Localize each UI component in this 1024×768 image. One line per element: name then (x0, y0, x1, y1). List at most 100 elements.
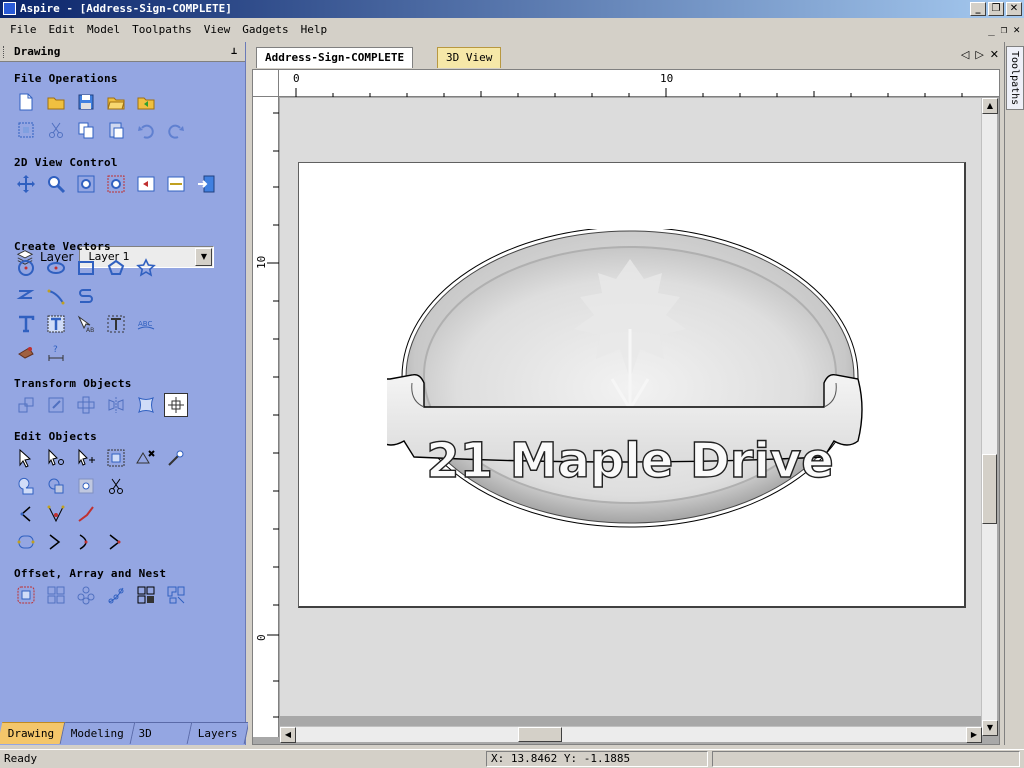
grid-array-icon[interactable] (44, 583, 68, 607)
menu-edit[interactable]: Edit (43, 20, 82, 40)
zoom-box-icon[interactable] (74, 172, 98, 196)
scroll-up-icon[interactable]: ▲ (982, 98, 998, 114)
polygon-icon[interactable] (104, 256, 128, 280)
delete-node-icon[interactable] (134, 446, 158, 470)
copy-along-vector-icon[interactable] (104, 583, 128, 607)
open-folder-icon[interactable] (104, 90, 128, 114)
redo-icon[interactable] (164, 118, 188, 142)
fillet-icon[interactable] (44, 502, 68, 526)
circular-array-icon[interactable] (74, 583, 98, 607)
move-icon[interactable] (14, 393, 38, 417)
dimension-icon[interactable]: ? (44, 340, 68, 364)
trim-icon[interactable] (104, 474, 128, 498)
text-box-icon[interactable] (44, 312, 68, 336)
save-icon[interactable] (74, 90, 98, 114)
close-button[interactable]: ✕ (1006, 2, 1022, 16)
fit-view-icon[interactable] (14, 118, 38, 142)
vertical-scroll-thumb[interactable] (982, 454, 997, 524)
join-vectors-icon[interactable] (44, 530, 68, 554)
bitmap-trace-icon[interactable] (14, 340, 38, 364)
scroll-right-icon[interactable]: ▶ (966, 727, 982, 743)
tab-scroll-left-icon[interactable]: ◁ (961, 48, 969, 61)
align-center-icon[interactable] (164, 393, 188, 417)
menu-file[interactable]: File (4, 20, 43, 40)
star-icon[interactable] (134, 256, 158, 280)
zoom-icon[interactable] (44, 172, 68, 196)
transform-select-icon[interactable] (74, 446, 98, 470)
maximize-button[interactable]: ❐ (988, 2, 1004, 16)
2d-view[interactable]: 0 10 10 0 21 Maple Drive ▲ ▼ ◀ ▶ (252, 69, 1000, 745)
select-arrow-icon[interactable] (14, 446, 38, 470)
view-prev-icon[interactable] (134, 172, 158, 196)
drawing-canvas[interactable]: 21 Maple Drive (280, 98, 982, 716)
scale-icon[interactable] (44, 393, 68, 417)
cut-icon[interactable] (44, 118, 68, 142)
address-sign[interactable]: 21 Maple Drive (387, 229, 877, 539)
close-document-icon[interactable]: ✕ (990, 48, 999, 61)
tab-scroll-right-icon[interactable]: ▷ (975, 48, 983, 61)
pin-icon[interactable]: ⊥ (231, 42, 237, 62)
tab-2d-view[interactable]: Address-Sign-COMPLETE (256, 47, 414, 68)
text-icon[interactable] (14, 312, 38, 336)
close-vectors-icon[interactable] (14, 530, 38, 554)
menu-model[interactable]: Model (81, 20, 126, 40)
ellipse-icon[interactable] (44, 256, 68, 280)
rotate-icon[interactable] (74, 393, 98, 417)
curve-fit-icon[interactable] (74, 530, 98, 554)
polyline-icon[interactable] (14, 284, 38, 308)
line-tangent-icon[interactable] (14, 502, 38, 526)
menu-view[interactable]: View (198, 20, 237, 40)
text-tool-icon[interactable] (104, 312, 128, 336)
menu-gadgets[interactable]: Gadgets (236, 20, 294, 40)
new-file-icon[interactable] (14, 90, 38, 114)
horizontal-scrollbar[interactable]: ◀ ▶ (280, 726, 982, 743)
interactive-select-icon[interactable] (104, 446, 128, 470)
tab-drawing[interactable]: Drawing (0, 722, 66, 744)
zoom-selection-icon[interactable] (104, 172, 128, 196)
undo-icon[interactable] (134, 118, 158, 142)
horizontal-scroll-thumb[interactable] (518, 727, 562, 742)
menu-help[interactable]: Help (295, 20, 334, 40)
nest-shapes-icon[interactable] (164, 583, 188, 607)
text-on-curve-icon[interactable]: AB (74, 312, 98, 336)
menu-toolpaths[interactable]: Toolpaths (126, 20, 198, 40)
minimize-button[interactable]: _ (970, 2, 986, 16)
weld-icon[interactable] (14, 474, 38, 498)
job-material[interactable]: 21 Maple Drive (298, 162, 966, 608)
pan-icon[interactable] (14, 172, 38, 196)
copy-icon[interactable] (74, 118, 98, 142)
circle-icon[interactable] (14, 256, 38, 280)
distort-icon[interactable] (134, 393, 158, 417)
tab-3d-clipart[interactable]: 3D Cli... (131, 722, 193, 762)
mirror-icon[interactable] (104, 393, 128, 417)
import-icon[interactable] (134, 90, 158, 114)
scroll-down-icon[interactable]: ▼ (982, 720, 998, 736)
grip-icon[interactable] (3, 46, 6, 58)
mdi-restore-button[interactable]: ❐ (1001, 23, 1008, 36)
open-file-icon[interactable] (44, 90, 68, 114)
tab-modeling[interactable]: Modeling (61, 722, 136, 744)
tab-layers[interactable]: Layers (187, 722, 250, 744)
smart-select-icon[interactable] (164, 446, 188, 470)
node-edit-icon[interactable] (44, 446, 68, 470)
rectangle-icon[interactable] (74, 256, 98, 280)
intersect-icon[interactable] (74, 474, 98, 498)
offset-icon[interactable] (14, 583, 38, 607)
smooth-icon[interactable] (104, 530, 128, 554)
nest-parts-icon[interactable] (134, 583, 158, 607)
curve-icon[interactable] (74, 284, 98, 308)
mdi-close-button[interactable]: ✕ (1013, 23, 1020, 36)
mdi-minimize-button[interactable]: _ (988, 23, 995, 36)
tab-3d-view[interactable]: 3D View (437, 47, 502, 68)
vertical-scrollbar[interactable]: ▲ ▼ (981, 98, 998, 736)
view-export-icon[interactable] (194, 172, 218, 196)
arc-icon[interactable] (44, 284, 68, 308)
text-arc-icon[interactable]: ABC (134, 312, 158, 336)
view-next-icon[interactable] (164, 172, 188, 196)
tab-toolpaths[interactable]: Toolpaths (1006, 46, 1024, 110)
extend-icon[interactable] (74, 502, 98, 526)
chevron-down-icon[interactable]: ▼ (195, 248, 213, 266)
scroll-left-icon[interactable]: ◀ (280, 727, 296, 743)
paste-icon[interactable] (104, 118, 128, 142)
subtract-icon[interactable] (44, 474, 68, 498)
